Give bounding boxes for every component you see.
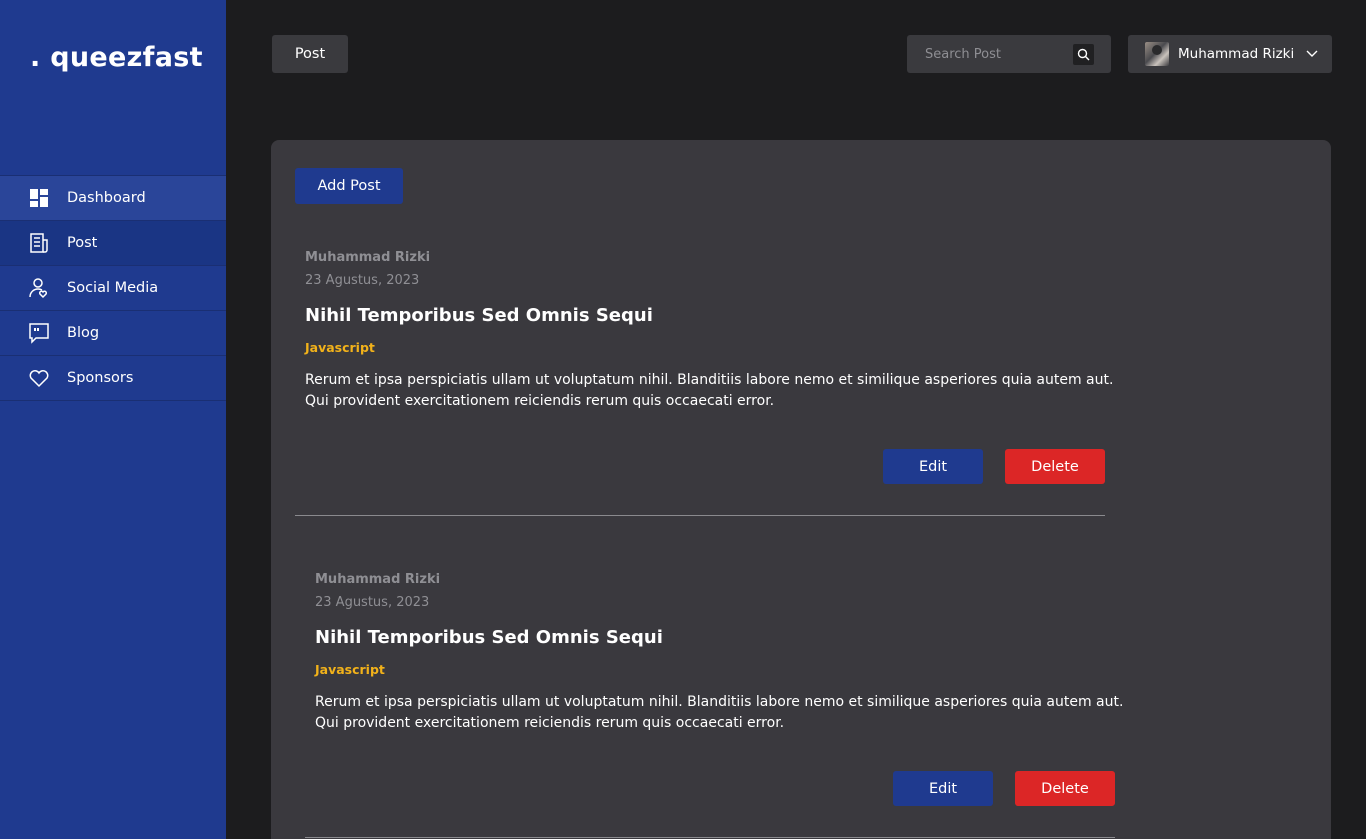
sidebar-item-sponsors[interactable]: Sponsors	[0, 355, 226, 401]
post-divider	[305, 837, 1115, 838]
post-tag[interactable]: Javascript	[305, 340, 375, 355]
edit-button[interactable]: Edit	[883, 449, 983, 484]
user-heart-icon	[28, 277, 50, 299]
page-title-chip: Post	[272, 35, 348, 73]
delete-button[interactable]: Delete	[1015, 771, 1115, 806]
sidebar-item-label: Social Media	[67, 280, 159, 296]
sidebar-item-dashboard[interactable]: Dashboard	[0, 175, 226, 221]
edit-button[interactable]: Edit	[893, 771, 993, 806]
app-logo[interactable]: . queezfast	[30, 42, 203, 73]
search-icon	[1077, 48, 1090, 61]
delete-button[interactable]: Delete	[1005, 449, 1105, 484]
dashboard-icon	[28, 187, 50, 209]
sidebar-item-post[interactable]: Post	[0, 220, 226, 266]
post-body: Rerum et ipsa perspiciatis ullam ut volu…	[305, 372, 1114, 409]
search-box	[907, 35, 1111, 73]
heart-icon	[28, 367, 50, 389]
sidebar-item-social-media[interactable]: Social Media	[0, 265, 226, 311]
post-date: 23 Agustus, 2023	[315, 595, 430, 610]
post-panel: Add Post Muhammad Rizki 23 Agustus, 2023…	[271, 140, 1331, 839]
search-button[interactable]	[1073, 44, 1094, 65]
search-input[interactable]	[925, 44, 1065, 64]
post-date: 23 Agustus, 2023	[305, 273, 420, 288]
post-author: Muhammad Rizki	[315, 572, 441, 587]
post-author: Muhammad Rizki	[305, 250, 431, 265]
add-post-button[interactable]: Add Post	[295, 168, 403, 204]
post-divider	[295, 515, 1105, 516]
quote-icon	[28, 322, 50, 344]
post-title: Nihil Temporibus Sed Omnis Sequi	[315, 627, 663, 648]
user-menu[interactable]: Muhammad Rizki	[1128, 35, 1332, 73]
post-tag[interactable]: Javascript	[315, 662, 385, 677]
sidebar: . queezfast Dashboard Post Social Media …	[0, 0, 226, 839]
document-icon	[28, 232, 50, 254]
post-body: Rerum et ipsa perspiciatis ullam ut volu…	[315, 694, 1124, 731]
sidebar-item-blog[interactable]: Blog	[0, 310, 226, 356]
sidebar-item-label: Blog	[67, 325, 100, 341]
sidebar-item-label: Dashboard	[67, 190, 146, 206]
post-title: Nihil Temporibus Sed Omnis Sequi	[305, 305, 653, 326]
avatar	[1145, 42, 1169, 66]
sidebar-item-label: Sponsors	[67, 370, 134, 386]
sidebar-item-label: Post	[67, 235, 98, 251]
sidebar-nav: Dashboard Post Social Media Blog Sponsor…	[0, 175, 226, 401]
chevron-down-icon	[1306, 50, 1318, 58]
user-name: Muhammad Rizki	[1178, 46, 1295, 62]
